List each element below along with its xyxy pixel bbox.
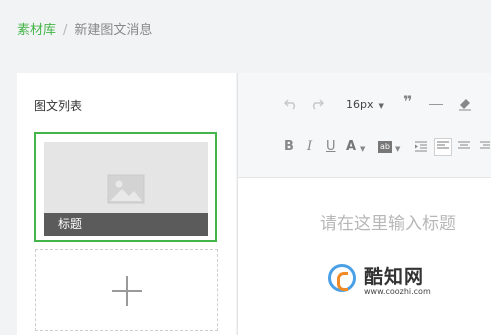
align-left-button[interactable]: [434, 138, 452, 156]
align-right-icon[interactable]: [480, 141, 490, 151]
article-title: 标题: [44, 213, 208, 236]
redo-icon[interactable]: [310, 98, 324, 110]
font-size-value: 16px: [346, 98, 374, 111]
chevron-down-icon: ▼: [378, 102, 384, 110]
align-left-icon: [437, 141, 449, 149]
underline-button[interactable]: U: [326, 138, 336, 156]
background-color-button[interactable]: ab: [378, 141, 392, 153]
breadcrumb-separator: /: [63, 23, 68, 38]
undo-icon[interactable]: [284, 98, 298, 110]
background-color-label: ab: [380, 142, 390, 151]
font-size-select[interactable]: 16px ▼: [346, 96, 384, 115]
watermark-url: www.coozhi.com: [364, 287, 431, 296]
font-color-button[interactable]: A: [346, 138, 356, 156]
font-color-label: A: [346, 139, 357, 154]
background-color-chevron-icon[interactable]: ▼: [395, 140, 400, 158]
quote-icon[interactable]: ❞: [403, 93, 412, 111]
title-input[interactable]: 请在这里输入标题: [320, 209, 456, 234]
font-color-chevron-icon[interactable]: ▼: [360, 140, 365, 158]
italic-button[interactable]: I: [307, 138, 312, 156]
image-placeholder-icon: [107, 174, 145, 204]
article-list-panel: 图文列表 标题: [17, 73, 236, 335]
article-list-title: 图文列表: [34, 99, 83, 113]
article-cover[interactable]: 标题: [44, 142, 208, 236]
watermark-name: 酷知网: [364, 266, 425, 288]
watermark: 酷知网 www.coozhi.com: [328, 262, 478, 300]
breadcrumb-current: 新建图文消息: [74, 23, 153, 38]
breadcrumb: 素材库 / 新建图文消息: [17, 19, 152, 38]
plus-icon: [112, 276, 142, 306]
article-card-selected[interactable]: 标题: [34, 132, 217, 242]
editor-toolbar: 16px ▼ ❞ B I U A ▼ ab ▼: [238, 73, 491, 178]
bold-button[interactable]: B: [284, 138, 294, 156]
align-center-icon[interactable]: [458, 141, 470, 151]
watermark-logo-icon: [328, 264, 356, 292]
horizontal-rule-icon[interactable]: [429, 104, 443, 105]
breadcrumb-library-link[interactable]: 素材库: [17, 23, 56, 38]
indent-icon[interactable]: [414, 141, 428, 153]
add-article-button[interactable]: [35, 249, 218, 331]
eraser-icon[interactable]: [458, 97, 472, 111]
